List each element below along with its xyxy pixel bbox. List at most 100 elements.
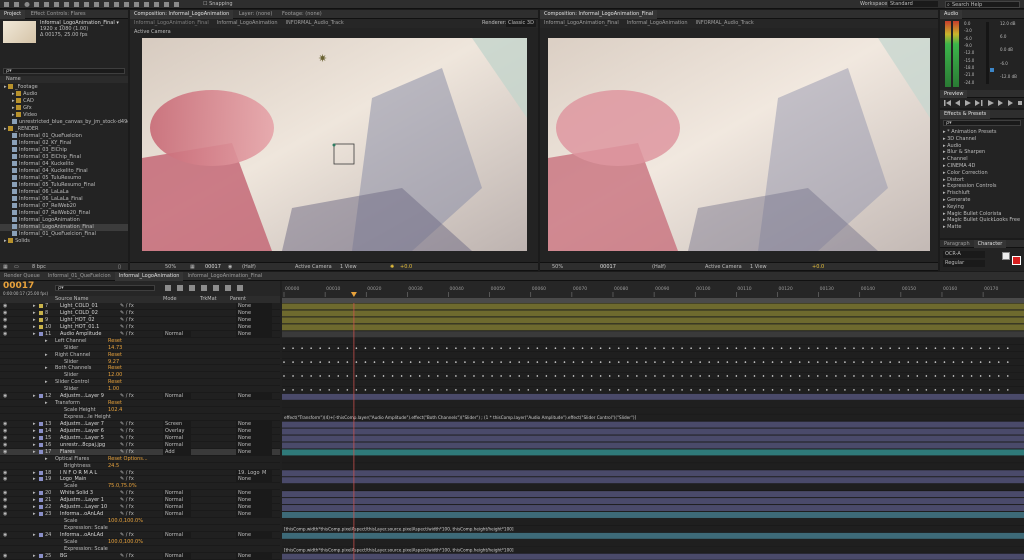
keyframe-icon[interactable]	[672, 389, 674, 391]
tab-paragraph[interactable]: Paragraph	[940, 240, 974, 248]
keyframe-icon[interactable]	[943, 375, 946, 377]
interpret-footage-icon[interactable]: ▦	[3, 264, 8, 270]
property-value[interactable]: 12.00	[108, 372, 122, 378]
keyframe-icon[interactable]	[446, 389, 448, 391]
keyframe-icon[interactable]	[826, 375, 828, 377]
layer-duration-bar[interactable]	[282, 449, 1024, 456]
label-color-swatch[interactable]	[39, 449, 43, 454]
keyframe-icon[interactable]	[437, 389, 439, 391]
timeline-search-input[interactable]: ρ▾	[55, 285, 155, 291]
parent-select[interactable]: None	[236, 393, 272, 400]
keyframe-icon[interactable]	[301, 347, 303, 349]
keyframe-icon[interactable]	[554, 361, 557, 363]
blend-mode-select[interactable]: Normal	[163, 504, 191, 511]
effects-category[interactable]: ▸ Channel	[943, 156, 1024, 163]
keyframe-icon[interactable]	[491, 347, 493, 349]
keyframe-icon[interactable]	[771, 375, 774, 377]
keyframe-icon[interactable]	[391, 347, 394, 349]
property-value[interactable]: 100.0,100.0%	[108, 518, 143, 524]
trash-icon[interactable]: ▯	[118, 264, 121, 270]
keyframe-icon[interactable]	[373, 375, 376, 377]
timeline-switch-icons[interactable]	[165, 285, 275, 291]
keyframe-icon[interactable]	[608, 361, 611, 363]
keyframe-icon[interactable]	[292, 361, 294, 363]
property-row[interactable]: Express...le Height	[0, 414, 280, 421]
keyframe-icon[interactable]	[636, 361, 638, 363]
keyframe-icon[interactable]	[862, 389, 864, 391]
tab-preview[interactable]: Preview	[940, 90, 968, 98]
effects-category[interactable]: ▸ Magic Bullet Colorista	[943, 211, 1024, 218]
crumb[interactable]: Informal_LogoAnimation_Final	[130, 19, 213, 28]
keyframe-icon[interactable]	[364, 347, 367, 349]
keyframe-icon[interactable]	[491, 389, 493, 391]
blend-mode-select[interactable]: Overlay	[163, 427, 191, 434]
keyframe-icon[interactable]	[636, 375, 638, 377]
layer-row[interactable]: ◉ 23 ▸ Informa...oAnLAd Normal ✎ / fx None	[0, 511, 280, 519]
keyframe-icon[interactable]	[681, 375, 683, 377]
keyframe-icon[interactable]	[988, 361, 991, 363]
keyframe-icon[interactable]	[409, 361, 412, 363]
keyframe-icon[interactable]	[961, 375, 964, 377]
parent-select[interactable]: None	[236, 316, 272, 323]
property-value[interactable]: Reset	[108, 338, 122, 344]
visibility-eye-icon[interactable]: ◉	[3, 421, 7, 427]
keyframe-icon[interactable]	[563, 361, 566, 363]
label-color-swatch[interactable]	[39, 428, 43, 433]
project-search-input[interactable]: ρ▾	[3, 68, 125, 74]
keyframe-icon[interactable]	[871, 389, 873, 391]
keyframe-icon[interactable]	[1006, 347, 1009, 349]
keyframe-icon[interactable]	[681, 389, 683, 391]
keyframe-icon[interactable]	[572, 389, 575, 391]
layer-duration-bar[interactable]	[282, 498, 1024, 505]
keyframe-icon[interactable]	[518, 375, 521, 377]
keyframe-icon[interactable]	[916, 375, 919, 377]
keyframe-icon[interactable]	[916, 389, 919, 391]
keyframe-icon[interactable]	[554, 375, 557, 377]
keyframe-icon[interactable]	[599, 389, 602, 391]
keyframe-icon[interactable]	[762, 347, 765, 349]
keyframe-icon[interactable]	[907, 361, 910, 363]
tab-project[interactable]: Project	[0, 10, 26, 19]
visibility-eye-icon[interactable]: ◉	[3, 470, 7, 476]
audio-level-slider[interactable]	[986, 22, 989, 84]
keyframe-icon[interactable]	[283, 375, 285, 377]
keyframe-icon[interactable]	[771, 361, 774, 363]
property-value[interactable]: Reset	[108, 400, 122, 406]
keyframe-icon[interactable]	[970, 375, 973, 377]
keyframe-icon[interactable]	[355, 389, 358, 391]
label-color-swatch[interactable]	[39, 394, 43, 399]
keyframe-icon[interactable]	[961, 361, 964, 363]
keyframe-icon[interactable]	[328, 389, 331, 391]
keyframe-icon[interactable]	[418, 347, 421, 349]
keyframe-icon[interactable]	[545, 347, 548, 349]
keyframe-icon[interactable]	[663, 361, 665, 363]
visibility-eye-icon[interactable]: ◉	[3, 435, 7, 441]
keyframe-icon[interactable]	[862, 347, 864, 349]
playback-controls[interactable]	[944, 100, 1022, 106]
keyframe-icon[interactable]	[925, 375, 928, 377]
blend-mode-select[interactable]: Normal	[163, 393, 191, 400]
keyframe-icon[interactable]	[672, 361, 674, 363]
keyframe-icon[interactable]	[527, 361, 530, 363]
parent-select[interactable]: None	[236, 504, 272, 511]
blend-mode-select[interactable]: Normal	[163, 434, 191, 441]
keyframe-icon[interactable]	[898, 361, 901, 363]
keyframe-icon[interactable]	[418, 361, 421, 363]
layer-row[interactable]: ◉ 24 ▸ Informa...oAnLAd Normal ✎ / fx None	[0, 531, 280, 539]
layer-row[interactable]: ◉ 7 ▸ Light_COLD_01 ✎ / fx None	[0, 303, 280, 310]
keyframe-icon[interactable]	[789, 361, 792, 363]
keyframe-icon[interactable]	[988, 375, 991, 377]
visibility-eye-icon[interactable]: ◉	[3, 331, 7, 337]
audio-level-slider-handle[interactable]	[990, 68, 994, 72]
keyframe-icon[interactable]	[997, 389, 1000, 391]
keyframe-icon[interactable]	[762, 375, 765, 377]
layer-row[interactable]: ◉ 22 ▸ Adjustm...Layer 10 Normal ✎ / fx None	[0, 504, 280, 512]
keyframe-icon[interactable]	[536, 389, 539, 391]
effects-search-input[interactable]: ρ▾	[943, 120, 1021, 126]
keyframe-icon[interactable]	[626, 361, 629, 363]
keyframe-icon[interactable]	[626, 347, 629, 349]
expand-arrow-icon[interactable]: ▸	[33, 532, 36, 538]
bit-depth-label[interactable]: 8 bpc	[32, 264, 46, 270]
expand-arrow-icon[interactable]: ▸	[33, 393, 36, 399]
expand-arrow-icon[interactable]: ▸	[33, 324, 36, 330]
